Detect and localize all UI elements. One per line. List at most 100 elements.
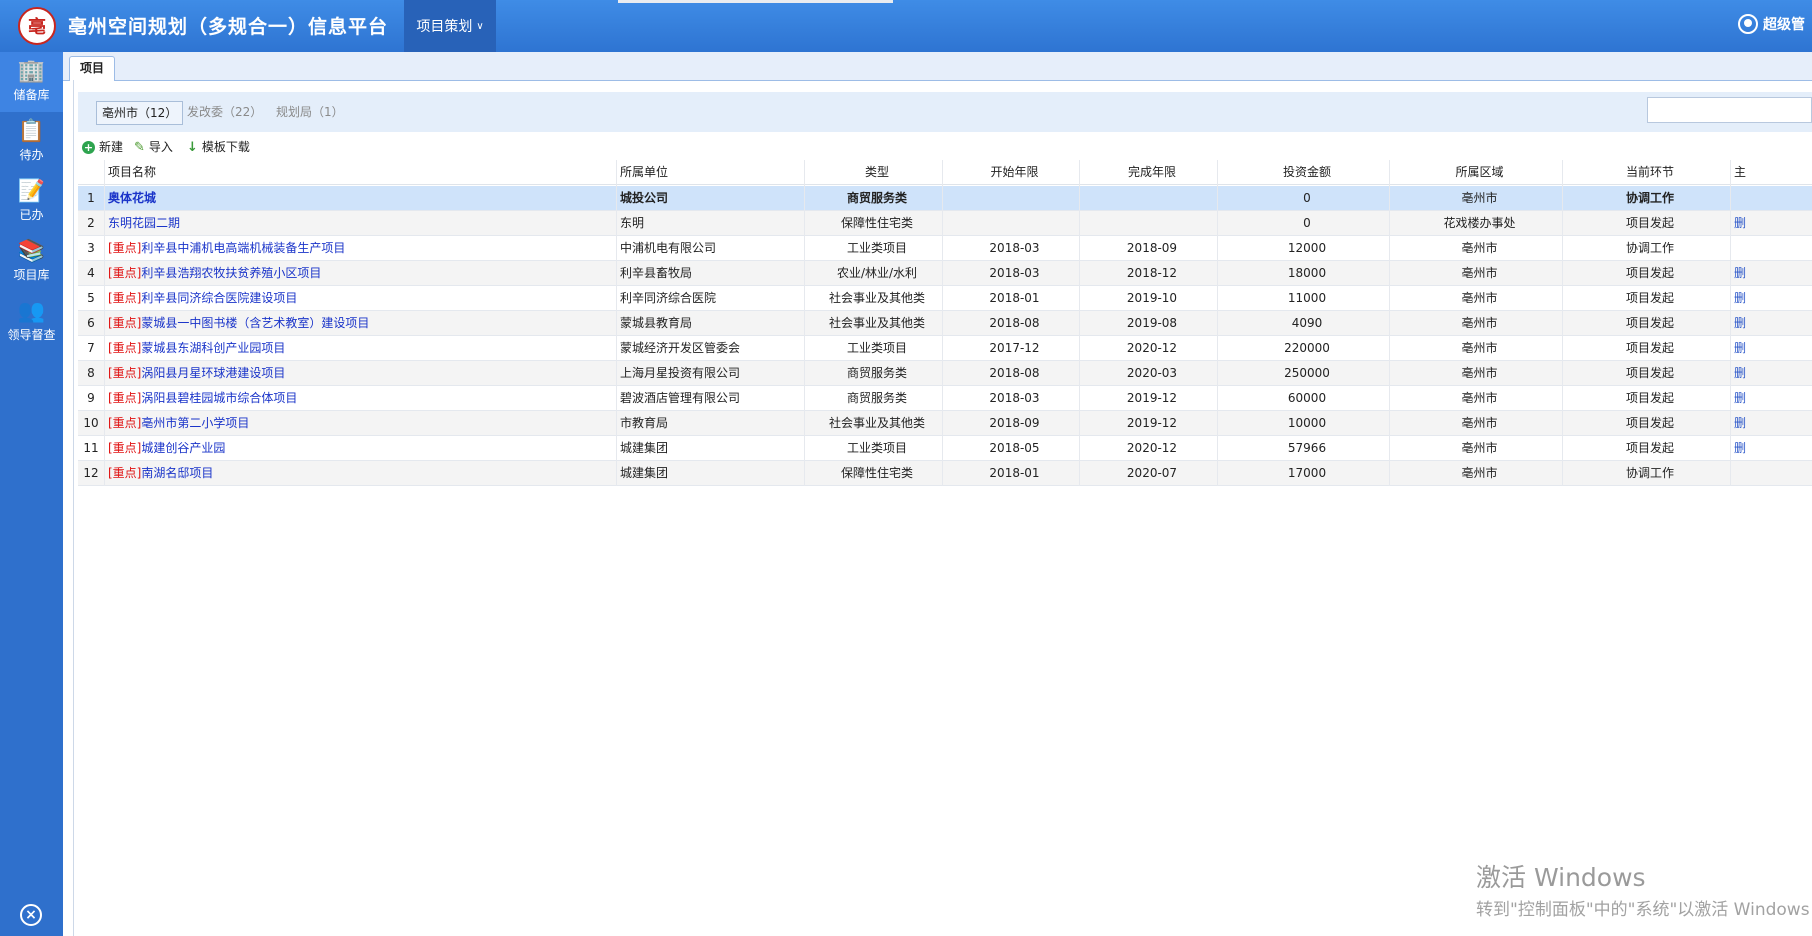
import-button[interactable]: ✎ 导入 — [134, 137, 173, 157]
sidebar-item-todo[interactable]: 📋 待办 — [0, 112, 63, 172]
project-name-link[interactable]: 蒙城县一中图书楼（含艺术教室）建设项目 — [141, 316, 369, 330]
search-input[interactable] — [1647, 97, 1812, 123]
table-cell-unit: 利辛同济综合医院 — [620, 291, 717, 305]
tab-project[interactable]: 项目 — [69, 56, 116, 81]
table-row[interactable]: 3 [重点]利辛县中浦机电高端机械装备生产项目 中浦机电有限公司 工业类项目 2018-… — [78, 236, 1812, 261]
column-header[interactable]: 项目名称 — [108, 160, 620, 184]
project-name-link[interactable]: 涡阳县碧桂园城市综合体项目 — [141, 391, 297, 405]
table-cell-type: 工业类项目 — [846, 441, 907, 455]
table-row[interactable]: 8 [重点]涡阳县月星环球港建设项目 上海月星投资有限公司 商贸服务类 2018-08 2… — [78, 361, 1812, 386]
table-cell-amount: 60000 — [1287, 391, 1327, 405]
table-cell-stage: 项目发起 — [1625, 266, 1674, 280]
table-row[interactable]: 10 [重点]亳州市第二小学项目 市教育局 社会事业及其他类 2018-09 2019-1… — [78, 411, 1812, 436]
row-action-link[interactable]: 删 — [1734, 436, 1812, 460]
table-cell-start: 2018-03 — [989, 391, 1040, 405]
project-name-cell[interactable]: [重点]城建创谷产业园 — [108, 436, 620, 460]
table-cell-amount: 220000 — [1284, 341, 1330, 355]
project-name-cell[interactable]: [重点]南湖名邸项目 — [108, 461, 620, 485]
column-header[interactable]: 主 — [1734, 160, 1812, 184]
row-action-link[interactable]: 删 — [1734, 286, 1812, 310]
table-row[interactable]: 6 [重点]蒙城县一中图书楼（含艺术教室）建设项目 蒙城县教育局 社会事业及其他类 20… — [78, 311, 1812, 336]
project-name-cell[interactable]: [重点]利辛县中浦机电高端机械装备生产项目 — [108, 236, 620, 260]
row-action-link[interactable]: 删 — [1734, 336, 1812, 360]
table-row[interactable]: 4 [重点]利辛县浩翔农牧扶贫养殖小区项目 利辛县畜牧局 农业/林业/水利 2018-0… — [78, 261, 1812, 286]
column-header[interactable]: 类型 — [808, 160, 946, 184]
table-cell-type: 保障性住宅类 — [840, 466, 913, 480]
template-download-button[interactable]: ↓ 模板下载 — [187, 137, 250, 157]
sidebar-item-reserve[interactable]: 🏢 储备库 — [0, 52, 63, 112]
project-name-link[interactable]: 利辛县浩翔农牧扶贫养殖小区项目 — [141, 266, 321, 280]
table-row[interactable]: 5 [重点]利辛县同济综合医院建设项目 利辛同济综合医院 社会事业及其他类 2018-0… — [78, 286, 1812, 311]
column-header[interactable]: 所属单位 — [620, 160, 808, 184]
project-name-cell[interactable]: [重点]亳州市第二小学项目 — [108, 411, 620, 435]
table-cell-type: 社会事业及其他类 — [828, 316, 925, 330]
menu-project-planning[interactable]: 项目策划 ∨ — [404, 0, 496, 52]
row-action-link[interactable]: 删 — [1734, 361, 1812, 385]
table-cell-no: 10 — [83, 416, 99, 430]
close-icon[interactable]: × — [20, 904, 42, 926]
table-row[interactable]: 1 奥体花城 城投公司 商贸服务类 0 亳州市 协调工作 — [78, 186, 1812, 211]
sidebar-item-label: 待办 — [19, 148, 44, 162]
column-header[interactable]: 完成年限 — [1083, 160, 1221, 184]
column-divider — [1389, 160, 1390, 486]
project-name-cell[interactable]: 奥体花城 — [108, 186, 620, 210]
column-header[interactable]: 开始年限 — [946, 160, 1083, 184]
row-action-link[interactable] — [1734, 186, 1812, 210]
table-cell-stage: 协调工作 — [1625, 191, 1674, 205]
row-action-link[interactable]: 删 — [1734, 386, 1812, 410]
table-cell-region: 亳州市 — [1461, 366, 1498, 380]
table-row[interactable]: 9 [重点]涡阳县碧桂园城市综合体项目 碧波酒店管理有限公司 商贸服务类 2018-03… — [78, 386, 1812, 411]
table-row[interactable]: 12 [重点]南湖名邸项目 城建集团 保障性住宅类 2018-01 2020-07 1700… — [78, 461, 1812, 486]
project-name-cell[interactable]: [重点]涡阳县月星环球港建设项目 — [108, 361, 620, 385]
table-cell-no: 7 — [87, 341, 95, 355]
sidebar-item-leader-supervision[interactable]: 👥 领导督查 — [0, 292, 63, 352]
table-cell-type: 商贸服务类 — [846, 391, 907, 405]
user-menu[interactable]: 超级管 — [1738, 14, 1812, 34]
row-action-link[interactable]: 删 — [1734, 311, 1812, 335]
new-button[interactable]: + 新建 — [82, 137, 123, 157]
table-cell-stage: 项目发起 — [1625, 216, 1674, 230]
row-action-link[interactable] — [1734, 461, 1812, 485]
project-name-cell[interactable]: [重点]蒙城县一中图书楼（含艺术教室）建设项目 — [108, 311, 620, 335]
project-name-cell[interactable]: [重点]蒙城县东湖科创产业园项目 — [108, 336, 620, 360]
filter-tab-fagaiwei[interactable]: 发改委（22） — [187, 101, 262, 123]
row-action-link[interactable]: 删 — [1734, 411, 1812, 435]
table-cell-stage: 项目发起 — [1625, 316, 1674, 330]
row-action-link[interactable] — [1734, 236, 1812, 260]
table-cell-start — [946, 211, 1083, 235]
row-action-link[interactable]: 删 — [1734, 211, 1812, 235]
table-cell-unit: 上海月星投资有限公司 — [620, 366, 741, 380]
filter-tab-bozhou[interactable]: 亳州市（12） — [96, 101, 184, 125]
top-bar: 亳 亳州空间规划（多规合一）信息平台 项目策划 ∨ 超级管 — [0, 0, 1812, 52]
table-cell-end: 2018-12 — [1126, 266, 1178, 280]
table-cell-end: 2019-12 — [1126, 416, 1178, 430]
column-header[interactable]: 当前环节 — [1566, 160, 1734, 184]
project-name-link[interactable]: 城建创谷产业园 — [141, 441, 225, 455]
column-header[interactable]: 投资金额 — [1221, 160, 1393, 184]
project-name-link[interactable]: 利辛县同济综合医院建设项目 — [141, 291, 297, 305]
project-name-link[interactable]: 亳州市第二小学项目 — [141, 416, 249, 430]
project-name-cell[interactable]: [重点]利辛县浩翔农牧扶贫养殖小区项目 — [108, 261, 620, 285]
project-name-cell[interactable]: 东明花园二期 — [108, 211, 620, 235]
table-cell-end — [1083, 186, 1221, 210]
column-header[interactable]: 所属区域 — [1393, 160, 1566, 184]
project-name-link[interactable]: 奥体花城 — [108, 191, 156, 205]
table-row[interactable]: 2 东明花园二期 东明 保障性住宅类 0 花戏楼办事处 项目发起 删 — [78, 211, 1812, 236]
table-cell-no: 9 — [87, 391, 95, 405]
sidebar: 🏢 储备库 📋 待办 📝 已办 📚 项目库 👥 领导督查 × — [0, 52, 63, 936]
sidebar-item-done[interactable]: 📝 已办 — [0, 172, 63, 232]
project-name-link[interactable]: 利辛县中浦机电高端机械装备生产项目 — [141, 241, 345, 255]
project-name-cell[interactable]: [重点]涡阳县碧桂园城市综合体项目 — [108, 386, 620, 410]
sidebar-item-project-library[interactable]: 📚 项目库 — [0, 232, 63, 292]
project-name-link[interactable]: 南湖名邸项目 — [141, 466, 213, 480]
project-name-link[interactable]: 蒙城县东湖科创产业园项目 — [141, 341, 285, 355]
table-row[interactable]: 11 [重点]城建创谷产业园 城建集团 工业类项目 2018-05 2020-12 5796… — [78, 436, 1812, 461]
project-name-link[interactable]: 东明花园二期 — [108, 216, 180, 230]
column-divider — [616, 160, 617, 486]
project-name-cell[interactable]: [重点]利辛县同济综合医院建设项目 — [108, 286, 620, 310]
filter-tab-planning-bureau[interactable]: 规划局（1） — [276, 101, 344, 123]
table-row[interactable]: 7 [重点]蒙城县东湖科创产业园项目 蒙城经济开发区管委会 工业类项目 2017-12 2… — [78, 336, 1812, 361]
row-action-link[interactable]: 删 — [1734, 261, 1812, 285]
sidebar-item-label: 已办 — [19, 208, 44, 222]
project-name-link[interactable]: 涡阳县月星环球港建设项目 — [141, 366, 285, 380]
